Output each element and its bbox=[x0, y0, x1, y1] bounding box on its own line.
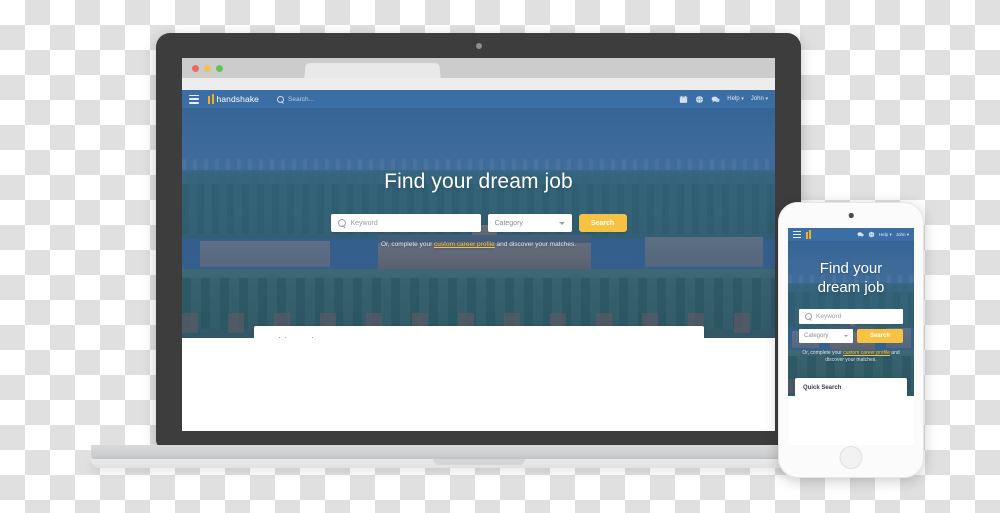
brand-name: handshake bbox=[216, 94, 259, 104]
phone-screen: Help ▾ John ▾ Find your dream job Keywor… bbox=[788, 228, 914, 445]
logo-bars-icon bbox=[208, 94, 214, 104]
phone-title-line-2: dream job bbox=[817, 279, 885, 296]
browser-tab[interactable] bbox=[304, 63, 441, 79]
custom-career-profile-link[interactable]: custom career profile bbox=[843, 350, 890, 356]
window-controls[interactable] bbox=[192, 64, 223, 72]
calendar-icon[interactable] bbox=[679, 95, 688, 104]
quick-search-card: Quick Search ‹ › Accounting Consulting D… bbox=[254, 326, 704, 338]
phone-device: Help ▾ John ▾ Find your dream job Keywor… bbox=[778, 202, 924, 478]
user-menu[interactable]: John ▾ bbox=[896, 232, 909, 238]
hamburger-menu-icon[interactable] bbox=[189, 94, 199, 104]
chevron-down-icon: ▾ bbox=[889, 231, 892, 237]
chevron-down-icon bbox=[844, 335, 848, 337]
hamburger-menu-icon[interactable] bbox=[793, 231, 801, 238]
chat-icon[interactable] bbox=[857, 231, 864, 238]
phone-home-button[interactable] bbox=[839, 446, 863, 469]
user-label: John bbox=[895, 231, 906, 237]
search-icon bbox=[805, 313, 812, 320]
phone-subtext-prefix: Or, complete your bbox=[802, 350, 844, 356]
phone-page-title: Find your dream job bbox=[818, 259, 885, 297]
help-menu[interactable]: Help ▾ bbox=[879, 232, 892, 238]
phone-app-navbar: Help ▾ John ▾ bbox=[788, 228, 914, 241]
search-icon bbox=[337, 219, 346, 227]
chevron-down-icon: ▾ bbox=[906, 231, 909, 237]
phone-quick-search-card: Quick Search Accounting Consulting bbox=[795, 378, 907, 396]
close-window-button[interactable] bbox=[192, 64, 199, 72]
quick-search-title: Quick Search bbox=[803, 385, 842, 391]
handshake-logo[interactable]: handshake bbox=[208, 94, 259, 104]
category-select[interactable]: Category bbox=[799, 329, 853, 343]
keyword-input[interactable]: Keyword bbox=[330, 214, 481, 232]
help-label: Help bbox=[727, 96, 740, 102]
laptop-bezel: handshake Search... Help ▾ John ▾ Find y… bbox=[156, 33, 801, 448]
browser-toolbar bbox=[182, 78, 775, 90]
device-mockup-stage: handshake Search... Help ▾ John ▾ Find y… bbox=[0, 0, 1000, 513]
job-search-form: Keyword Category Search bbox=[330, 214, 627, 232]
user-menu[interactable]: John ▾ bbox=[751, 96, 768, 102]
help-menu[interactable]: Help ▾ bbox=[727, 96, 744, 102]
minimize-window-button[interactable] bbox=[204, 64, 211, 72]
app-navbar: handshake Search... Help ▾ John ▾ bbox=[182, 90, 775, 108]
navbar-search-placeholder: Search... bbox=[288, 95, 315, 103]
search-button[interactable]: Search bbox=[857, 329, 903, 343]
laptop-screen: handshake Search... Help ▾ John ▾ Find y… bbox=[182, 58, 775, 431]
phone-hero-subtext: Or, complete your custom career profile … bbox=[796, 350, 906, 364]
quick-search-title: Quick Search bbox=[268, 336, 316, 338]
keyword-placeholder: Keyword bbox=[816, 313, 842, 320]
phone-job-search-form: Keyword Category Search bbox=[799, 309, 903, 343]
globe-icon[interactable] bbox=[695, 95, 704, 104]
page-body-whitespace bbox=[182, 338, 775, 398]
search-icon bbox=[277, 95, 284, 103]
category-label: Category bbox=[804, 333, 829, 339]
navbar-right-actions: Help ▾ John ▾ bbox=[679, 95, 768, 104]
category-label: Category bbox=[494, 219, 523, 227]
laptop-base-notch bbox=[432, 459, 525, 465]
hero-section: Find your dream job Keyword Category Sea… bbox=[182, 108, 775, 338]
browser-titlebar bbox=[182, 58, 775, 79]
hero-subtext: Or, complete your custom career profile … bbox=[381, 241, 576, 248]
keyword-placeholder: Keyword bbox=[350, 219, 378, 227]
globe-icon[interactable] bbox=[868, 231, 875, 238]
user-label: John bbox=[750, 96, 764, 102]
phone-navbar-actions: Help ▾ John ▾ bbox=[857, 231, 909, 238]
phone-title-line-1: Find your bbox=[819, 260, 883, 277]
hero-subtext-prefix: Or, complete your bbox=[380, 241, 435, 248]
page-title: Find your dream job bbox=[384, 170, 573, 193]
chevron-down-icon bbox=[558, 221, 565, 225]
laptop-device: handshake Search... Help ▾ John ▾ Find y… bbox=[91, 33, 867, 468]
keyword-input[interactable]: Keyword bbox=[799, 309, 903, 324]
phone-hero-section: Find your dream job Keyword Category Sea… bbox=[788, 241, 914, 396]
chevron-down-icon: ▾ bbox=[765, 96, 768, 102]
navbar-search[interactable]: Search... bbox=[277, 95, 315, 103]
next-arrow-icon[interactable]: › bbox=[688, 337, 690, 338]
hero-subtext-suffix: and discover your matches. bbox=[494, 241, 577, 248]
category-select[interactable]: Category bbox=[487, 214, 572, 232]
chat-icon[interactable] bbox=[711, 95, 720, 104]
help-label: Help bbox=[878, 231, 889, 237]
quick-search-pager: ‹ › bbox=[680, 337, 690, 338]
search-button[interactable]: Search bbox=[578, 214, 627, 232]
custom-career-profile-link[interactable]: custom career profile bbox=[434, 241, 495, 248]
phone-camera-icon bbox=[848, 213, 854, 218]
prev-arrow-icon[interactable]: ‹ bbox=[680, 337, 682, 338]
handshake-logo[interactable] bbox=[806, 230, 811, 239]
maximize-window-button[interactable] bbox=[216, 64, 223, 72]
webcam-icon bbox=[475, 43, 482, 49]
chevron-down-icon: ▾ bbox=[741, 96, 744, 102]
